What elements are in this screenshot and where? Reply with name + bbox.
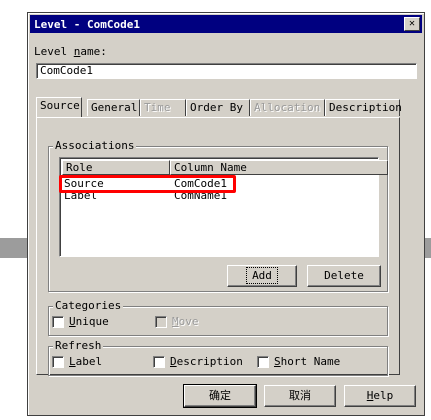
tab-description[interactable]: Description	[325, 99, 402, 116]
level-dialog: Level - ComCode1 ✕ Level name: ComCode1 …	[27, 12, 425, 416]
level-name-input[interactable]: ComCode1	[36, 63, 417, 79]
categories-group: Categories Uovenique Move	[48, 299, 388, 336]
delete-button[interactable]: Delete	[307, 265, 381, 287]
close-icon[interactable]: ✕	[404, 17, 420, 31]
refresh-description-checkbox[interactable]	[153, 356, 165, 368]
window-title: Level - ComCode1	[34, 17, 140, 31]
column-header-column-name[interactable]: Column Name	[170, 160, 388, 175]
unique-checkbox[interactable]	[52, 316, 64, 328]
background-line	[0, 238, 28, 258]
associations-title: Associations	[53, 139, 137, 152]
tab-panel: Associations Role Column Name Source Com…	[36, 117, 400, 376]
refresh-description-text: Description	[170, 355, 243, 368]
add-button[interactable]: Add	[227, 265, 297, 287]
title-bar: Level - ComCode1 ✕	[30, 15, 422, 33]
tab-order-by[interactable]: Order By	[186, 99, 250, 116]
column-header-role[interactable]: Role	[62, 160, 170, 175]
refresh-short-name-checkbox[interactable]	[257, 356, 269, 368]
level-name-label: Level name:	[34, 45, 107, 58]
associations-list[interactable]: Role Column Name Source ComCode1 Label C…	[59, 157, 388, 257]
tab-general[interactable]: General	[87, 99, 140, 116]
help-button[interactable]: Help	[344, 385, 416, 407]
background-line	[425, 238, 431, 258]
refresh-group: Refresh Label Description Short Name	[48, 339, 388, 376]
refresh-title: Refresh	[53, 339, 104, 352]
row-highlight-box	[59, 175, 236, 193]
move-checkbox	[155, 316, 167, 328]
tab-allocation: Allocation	[250, 99, 325, 116]
associations-group: Associations Role Column Name Source Com…	[48, 139, 388, 292]
refresh-short-name-text: Short Name	[274, 355, 341, 368]
tab-source[interactable]: Source	[36, 97, 82, 117]
cancel-button[interactable]: 取消	[264, 385, 336, 407]
refresh-label-text: Label	[69, 355, 103, 368]
refresh-label-checkbox[interactable]	[52, 356, 64, 368]
ok-button[interactable]: 确定	[183, 384, 257, 408]
move-label: Move	[172, 315, 199, 328]
tab-time: Time	[140, 99, 186, 116]
categories-title: Categories	[53, 299, 124, 312]
unique-label: Uovenique	[69, 315, 109, 328]
